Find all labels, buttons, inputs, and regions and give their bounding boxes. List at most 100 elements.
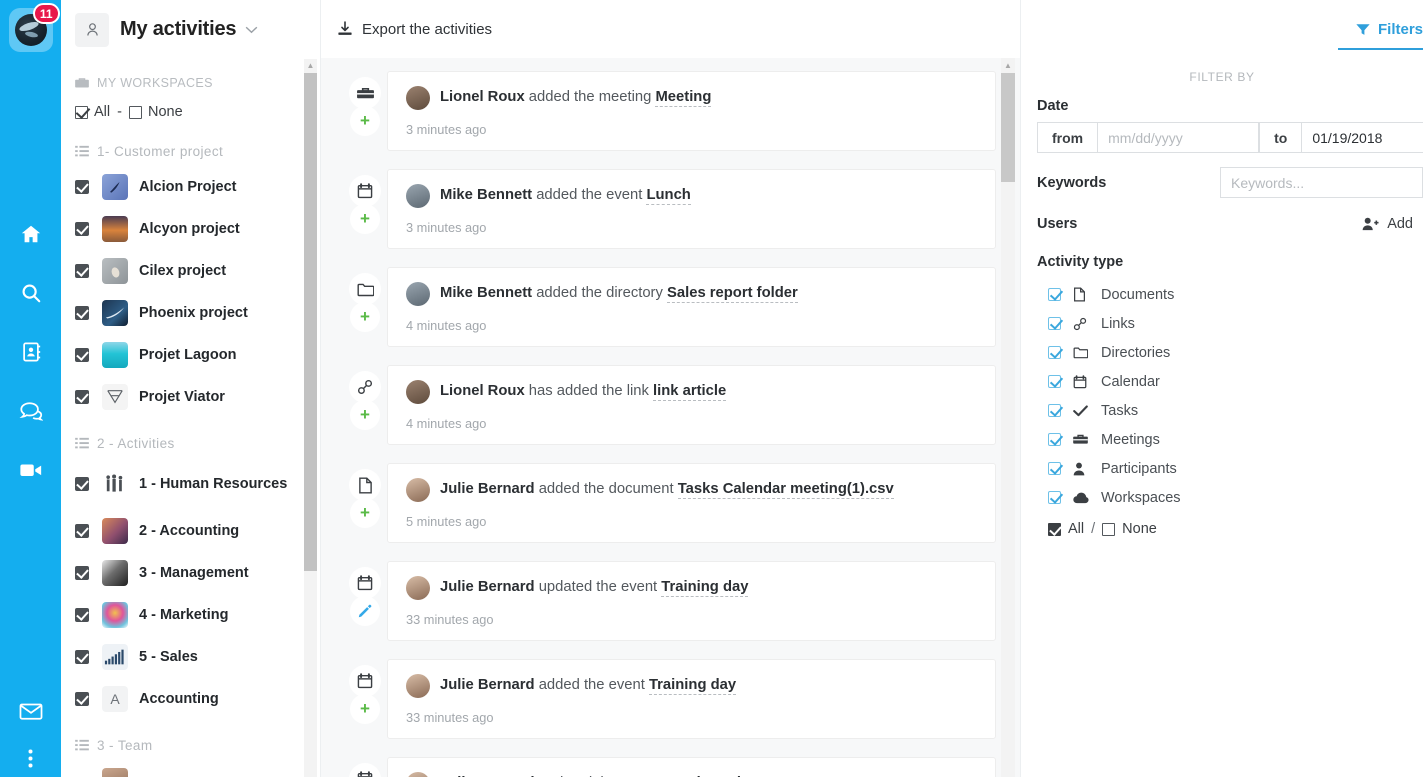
activity-type-meetings[interactable]: Meetings	[1048, 425, 1423, 454]
meeting-icon	[1073, 433, 1093, 446]
workspace-checkbox[interactable]	[75, 180, 89, 194]
app-logo[interactable]: 11	[9, 8, 53, 52]
activity-type-documents[interactable]: Documents	[1048, 280, 1423, 309]
activity-type-none-checkbox[interactable]	[1102, 523, 1115, 536]
tab-filters[interactable]: Filters	[1356, 0, 1423, 58]
activity-target[interactable]: Training day	[661, 579, 748, 597]
sidebar-item-phoenix-project[interactable]: Phoenix project ›	[61, 292, 321, 334]
activity-item[interactable]: Julie Bernard updated the event Training…	[321, 552, 1020, 650]
date-to-input[interactable]	[1301, 122, 1423, 153]
sidebar-item-marketing[interactable]: 4 - Marketing ›	[61, 594, 321, 636]
chevron-down-icon[interactable]	[245, 26, 258, 34]
activity-item[interactable]: + Julie Bernard added the document Tasks…	[321, 454, 1020, 552]
chat-icon[interactable]	[0, 381, 61, 440]
mail-icon[interactable]	[0, 683, 61, 739]
activity-type-tasks[interactable]: Tasks	[1048, 396, 1423, 425]
activity-type-checkbox[interactable]	[1048, 404, 1061, 417]
tab-active-underline	[1338, 48, 1423, 50]
activity-type-checkbox[interactable]	[1048, 317, 1061, 330]
workspace-thumbnail	[102, 768, 128, 777]
feed-scrollbar-thumb[interactable]	[1001, 73, 1015, 182]
activity-type-checkbox[interactable]	[1048, 491, 1061, 504]
date-from-input[interactable]	[1097, 122, 1259, 153]
scroll-up-icon[interactable]: ▲	[1001, 58, 1015, 72]
workspace-checkbox[interactable]	[75, 650, 89, 664]
video-icon[interactable]	[0, 440, 61, 499]
export-activities-button[interactable]: Export the activities	[337, 21, 492, 38]
add-user-button[interactable]: Add	[1362, 216, 1413, 232]
rail-bottom-nav	[0, 683, 61, 777]
cloud-icon	[1073, 492, 1093, 504]
sidebar-item-management[interactable]: 3 - Management ›	[61, 552, 321, 594]
activity-item[interactable]: + Julie Bernard added the event Training…	[321, 650, 1020, 748]
sidebar-item-sales[interactable]: 5 - Sales ›	[61, 636, 321, 678]
user-icon	[1073, 462, 1093, 476]
workspace-checkbox[interactable]	[75, 264, 89, 278]
sidebar-item-team-partial[interactable]	[61, 760, 321, 777]
sidebar-scrollbar[interactable]: ▲	[304, 59, 317, 777]
activity-type-directories[interactable]: Directories	[1048, 338, 1423, 367]
activity-target[interactable]: Training day	[649, 677, 736, 695]
activity-type-checkbox[interactable]	[1048, 346, 1061, 359]
workspace-checkbox[interactable]	[75, 608, 89, 622]
sidebar-item-projet-lagoon[interactable]: Projet Lagoon ›	[61, 334, 321, 376]
all-checkbox[interactable]	[75, 106, 88, 119]
workspace-label: Alcion Project	[139, 179, 304, 196]
workspace-checkbox[interactable]	[75, 306, 89, 320]
activity-type-workspaces[interactable]: Workspaces	[1048, 483, 1423, 512]
activity-target[interactable]: Sales report folder	[667, 285, 798, 303]
workspace-checkbox[interactable]	[75, 477, 89, 491]
activity-feed-panel: Export the activities +	[321, 0, 1020, 777]
search-icon[interactable]	[0, 263, 61, 322]
my-workspaces-header: MY WORKSPACES	[61, 68, 321, 98]
activity-item[interactable]: Julie Bernard updated the event Lunch Pa…	[321, 748, 1020, 777]
sidebar-item-cilex-project[interactable]: Cilex project ›	[61, 250, 321, 292]
activity-type-label-text: Workspaces	[1101, 490, 1181, 506]
activity-type-links[interactable]: Links	[1048, 309, 1423, 338]
sidebar-group-header-2: 2 - Activities	[61, 428, 321, 458]
activity-type-filter: Activity type Documents Links	[1021, 254, 1423, 544]
home-icon[interactable]	[0, 204, 61, 263]
activity-type-checkbox[interactable]	[1048, 375, 1061, 388]
more-vertical-icon[interactable]	[0, 739, 61, 777]
sidebar-item-accounting-2[interactable]: 2 - Accounting ›	[61, 510, 321, 552]
sidebar-scrollbar-thumb[interactable]	[304, 73, 317, 571]
activity-target[interactable]: Meeting	[655, 89, 711, 107]
keywords-input[interactable]	[1220, 167, 1423, 198]
activity-item[interactable]: + Lionel Roux added the meeting Meeting …	[321, 62, 1020, 160]
activity-target[interactable]: link article	[653, 383, 726, 401]
workspace-label: Projet Viator	[139, 389, 304, 406]
activity-item[interactable]: + Mike Bennett added the directory Sales…	[321, 258, 1020, 356]
none-checkbox[interactable]	[129, 106, 142, 119]
contacts-icon[interactable]	[0, 322, 61, 381]
activity-type-all-checkbox[interactable]	[1048, 523, 1061, 536]
sidebar-group-header-1: 1- Customer project	[61, 136, 321, 166]
activity-type-calendar[interactable]: Calendar	[1048, 367, 1423, 396]
activity-type-checkbox[interactable]	[1048, 462, 1061, 475]
workspace-checkbox[interactable]	[75, 222, 89, 236]
activity-list: + Lionel Roux added the meeting Meeting …	[321, 58, 1020, 777]
sidebar-item-human-resources[interactable]: 1 - Human Resources ›	[61, 458, 321, 510]
activity-item[interactable]: + Lionel Roux has added the link link ar…	[321, 356, 1020, 454]
sidebar-item-accounting[interactable]: A Accounting ›	[61, 678, 321, 720]
feed-scrollbar[interactable]: ▲	[1001, 58, 1015, 777]
sidebar-item-alcion-project[interactable]: Alcion Project ›	[61, 166, 321, 208]
activity-type-participants[interactable]: Participants	[1048, 454, 1423, 483]
activity-type-checkbox[interactable]	[1048, 288, 1061, 301]
workspace-label: 2 - Accounting	[139, 523, 304, 540]
page-title: My activities	[120, 18, 236, 41]
scroll-up-icon[interactable]: ▲	[304, 59, 317, 72]
funnel-icon	[1356, 23, 1370, 36]
sidebar-item-projet-viator[interactable]: Projet Viator ›	[61, 376, 321, 418]
workspace-checkbox[interactable]	[75, 692, 89, 706]
activity-target[interactable]: Tasks Calendar meeting(1).csv	[678, 481, 894, 499]
activity-target[interactable]: Lunch	[646, 187, 690, 205]
keywords-filter-row: Keywords	[1021, 167, 1423, 198]
workspace-checkbox[interactable]	[75, 390, 89, 404]
activity-item[interactable]: + Mike Bennett added the event Lunch 3 m…	[321, 160, 1020, 258]
sidebar-item-alcyon-project[interactable]: Alcyon project ›	[61, 208, 321, 250]
workspace-checkbox[interactable]	[75, 524, 89, 538]
workspace-checkbox[interactable]	[75, 348, 89, 362]
workspace-checkbox[interactable]	[75, 566, 89, 580]
activity-type-checkbox[interactable]	[1048, 433, 1061, 446]
